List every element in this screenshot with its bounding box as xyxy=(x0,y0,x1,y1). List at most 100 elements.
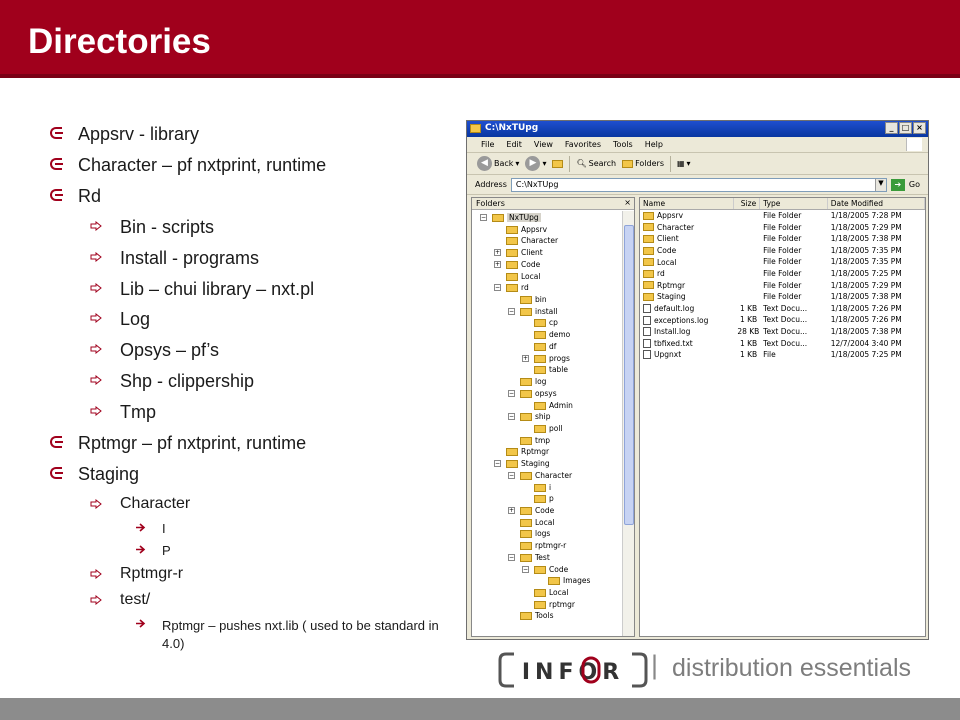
folder-tree-scrollbar[interactable] xyxy=(622,211,634,636)
menu-tools[interactable]: Tools xyxy=(613,140,633,149)
tree-item[interactable]: Rptmgr xyxy=(472,446,622,458)
tree-item[interactable]: Character xyxy=(472,235,622,247)
file-row[interactable]: rd File Folder 1/18/2005 7:25 PM xyxy=(640,268,925,280)
collapse-icon[interactable]: − xyxy=(508,389,515,397)
tree-item[interactable]: − opsys xyxy=(472,388,622,400)
tree-item[interactable]: demo xyxy=(472,329,622,341)
tree-item[interactable]: rptmgr xyxy=(472,599,622,611)
tree-item[interactable]: tmp xyxy=(472,435,622,447)
tree-item[interactable]: p xyxy=(472,493,622,505)
expand-icon[interactable]: + xyxy=(508,506,515,514)
column-date-modified[interactable]: Date Modified xyxy=(828,198,925,209)
collapse-icon[interactable]: − xyxy=(508,471,515,479)
close-pane-icon[interactable]: × xyxy=(624,198,631,207)
expand-icon[interactable]: + xyxy=(522,354,529,362)
tree-item[interactable]: Admin xyxy=(472,400,622,412)
collapse-icon[interactable]: − xyxy=(508,553,515,561)
file-row[interactable]: Code File Folder 1/18/2005 7:35 PM xyxy=(640,245,925,257)
scrollbar-thumb[interactable] xyxy=(624,225,634,525)
address-dropdown-icon[interactable]: ▼ xyxy=(874,178,886,191)
folder-icon xyxy=(643,234,654,243)
file-size: 1 KB xyxy=(739,350,758,360)
menu-help[interactable]: Help xyxy=(645,140,663,149)
up-folder-button[interactable] xyxy=(552,159,564,168)
minimize-button[interactable]: _ xyxy=(885,122,898,134)
column-name[interactable]: Name xyxy=(640,198,735,209)
tree-item[interactable]: Tools xyxy=(472,610,622,622)
tree-item[interactable]: logs xyxy=(472,528,622,540)
folders-button[interactable]: Folders xyxy=(622,159,664,168)
file-row[interactable]: exceptions.log 1 KB Text Docu... 1/18/2005 … xyxy=(640,314,925,326)
tree-item[interactable]: − Staging xyxy=(472,458,622,470)
file-row[interactable]: Staging File Folder 1/18/2005 7:38 PM xyxy=(640,291,925,303)
menu-file[interactable]: File xyxy=(481,140,494,149)
tree-item[interactable]: + Code xyxy=(472,505,622,517)
tree-item[interactable]: table xyxy=(472,364,622,376)
explorer-window: C:\NxTUpg _ □ × File Edit View Favorites Too… xyxy=(466,120,929,640)
tree-item[interactable]: Appsrv xyxy=(472,224,622,236)
address-input[interactable]: C:\NxTUpg ▼ xyxy=(510,177,887,192)
file-row[interactable]: Rptmgr File Folder 1/18/2005 7:29 PM xyxy=(640,280,925,292)
back-button[interactable]: ◀ Back ▾ xyxy=(477,156,519,171)
tree-item[interactable]: i xyxy=(472,482,622,494)
file-row[interactable]: Local File Folder 1/18/2005 7:35 PM xyxy=(640,256,925,268)
close-button[interactable]: × xyxy=(913,122,926,134)
tree-item[interactable]: − NxTUpg xyxy=(472,212,622,224)
column-size[interactable]: Size xyxy=(734,198,761,209)
maximize-button[interactable]: □ xyxy=(899,122,912,134)
tree-item[interactable]: df xyxy=(472,341,622,353)
tree-item[interactable]: − rd xyxy=(472,282,622,294)
file-row[interactable]: Appsrv File Folder 1/18/2005 7:28 PM xyxy=(640,210,925,222)
tree-item-label: i xyxy=(549,482,552,492)
tree-item[interactable]: bin xyxy=(472,294,622,306)
go-arrow-icon[interactable]: ➔ xyxy=(890,178,905,191)
file-row[interactable]: tbfixed.txt 1 KB Text Docu... 12/7/2004 3:4… xyxy=(640,338,925,350)
menu-view[interactable]: View xyxy=(534,140,553,149)
search-button[interactable]: 🔍︎ Search xyxy=(576,159,616,168)
tree-item-label: Character xyxy=(535,470,573,480)
forward-button[interactable]: ▶ ▾ xyxy=(525,156,546,171)
collapse-icon[interactable]: − xyxy=(480,214,487,221)
tree-item[interactable]: poll xyxy=(472,423,622,435)
expand-icon[interactable]: + xyxy=(494,249,501,257)
tree-item[interactable]: − ship xyxy=(472,411,622,423)
tree-item[interactable]: − Code xyxy=(472,564,622,576)
menu-edit[interactable]: Edit xyxy=(506,140,522,149)
tree-item[interactable]: log xyxy=(472,376,622,388)
tree-item-label: Local xyxy=(521,271,541,281)
tree-item[interactable]: − Character xyxy=(472,470,622,482)
file-row[interactable]: Client File Folder 1/18/2005 7:38 PM xyxy=(640,233,925,245)
file-row[interactable]: Upgnxt 1 KB File 1/18/2005 7:25 PM xyxy=(640,349,925,361)
tree-item[interactable]: Local xyxy=(472,587,622,599)
file-row[interactable]: Install.log 28 KB Text Docu... 1/18/2005 7:… xyxy=(640,326,925,338)
column-type[interactable]: Type xyxy=(760,198,828,209)
views-button[interactable]: ▦ ▾ xyxy=(677,159,691,168)
collapse-icon[interactable]: − xyxy=(522,565,529,573)
tree-item[interactable]: − Test xyxy=(472,552,622,564)
go-button[interactable]: Go xyxy=(909,180,920,189)
tree-item[interactable]: cp xyxy=(472,317,622,329)
hollow-arrow-icon xyxy=(90,594,104,605)
folder-icon xyxy=(534,424,546,433)
collapse-icon[interactable]: − xyxy=(494,460,501,468)
tree-item[interactable]: rptmgr-r xyxy=(472,540,622,552)
collapse-icon[interactable]: − xyxy=(494,284,501,292)
tree-item[interactable]: Local xyxy=(472,517,622,529)
window-titlebar[interactable]: C:\NxTUpg _ □ × xyxy=(467,121,928,137)
bullet-text: P xyxy=(162,542,171,558)
collapse-icon[interactable]: − xyxy=(508,413,515,421)
file-row[interactable]: Character File Folder 1/18/2005 7:29 PM xyxy=(640,222,925,234)
tree-item[interactable]: Local xyxy=(472,271,622,283)
footer-tagline: distribution essentials xyxy=(672,654,912,682)
tree-item[interactable]: + Client xyxy=(472,247,622,259)
tree-item[interactable]: + Code xyxy=(472,259,622,271)
menu-favorites[interactable]: Favorites xyxy=(565,140,601,149)
hollow-arrow-icon xyxy=(90,405,104,416)
tree-item[interactable]: + progs xyxy=(472,353,622,365)
expand-icon[interactable]: + xyxy=(494,260,501,268)
collapse-icon[interactable]: − xyxy=(508,307,515,315)
file-row[interactable]: default.log 1 KB Text Docu... 1/18/2005 7:2… xyxy=(640,303,925,315)
tree-item[interactable]: − install xyxy=(472,306,622,318)
tree-item[interactable]: Images xyxy=(472,575,622,587)
bullet-item: Bin - scripts xyxy=(40,217,460,248)
